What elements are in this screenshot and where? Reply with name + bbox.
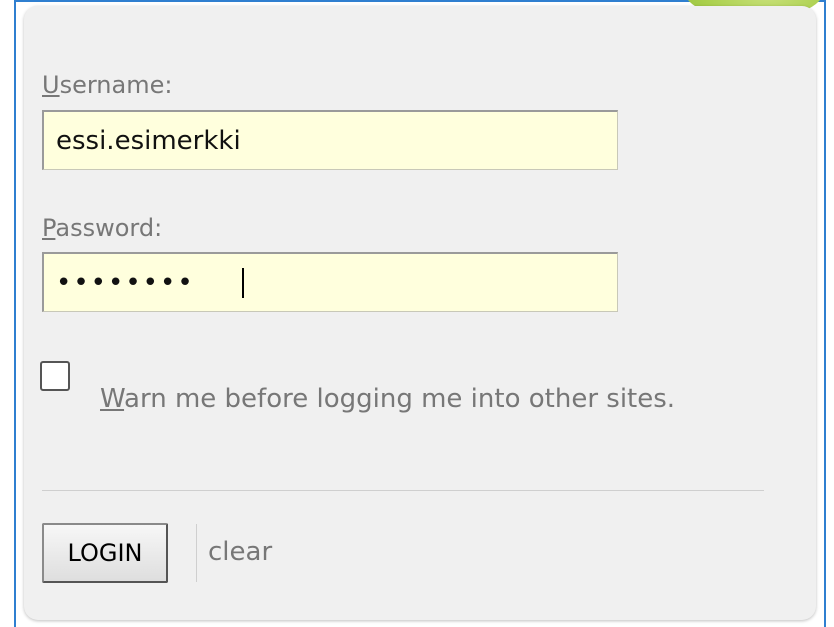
form-divider xyxy=(42,490,764,491)
username-input[interactable] xyxy=(42,110,618,170)
username-label: Username: xyxy=(42,70,172,100)
warn-label[interactable]: Warn me before logging me into other sit… xyxy=(42,368,762,430)
frame-right-border xyxy=(824,0,826,627)
warn-label-accel: W xyxy=(100,384,125,414)
username-label-accel: U xyxy=(42,71,60,99)
username-label-text: sername: xyxy=(59,71,173,99)
password-label-accel: P xyxy=(42,214,56,242)
login-button[interactable]: LOGIN xyxy=(42,523,168,583)
password-label: Password: xyxy=(42,213,162,243)
login-page: Username: Password: Warn me before loggi… xyxy=(0,0,834,627)
frame-left-border xyxy=(14,0,16,627)
password-label-text: assword: xyxy=(55,214,163,242)
text-caret xyxy=(242,268,244,298)
button-separator xyxy=(196,524,197,582)
password-input[interactable] xyxy=(42,252,618,312)
warn-label-text: arn me before logging me into other site… xyxy=(124,384,676,414)
clear-link[interactable]: clear xyxy=(208,537,272,567)
